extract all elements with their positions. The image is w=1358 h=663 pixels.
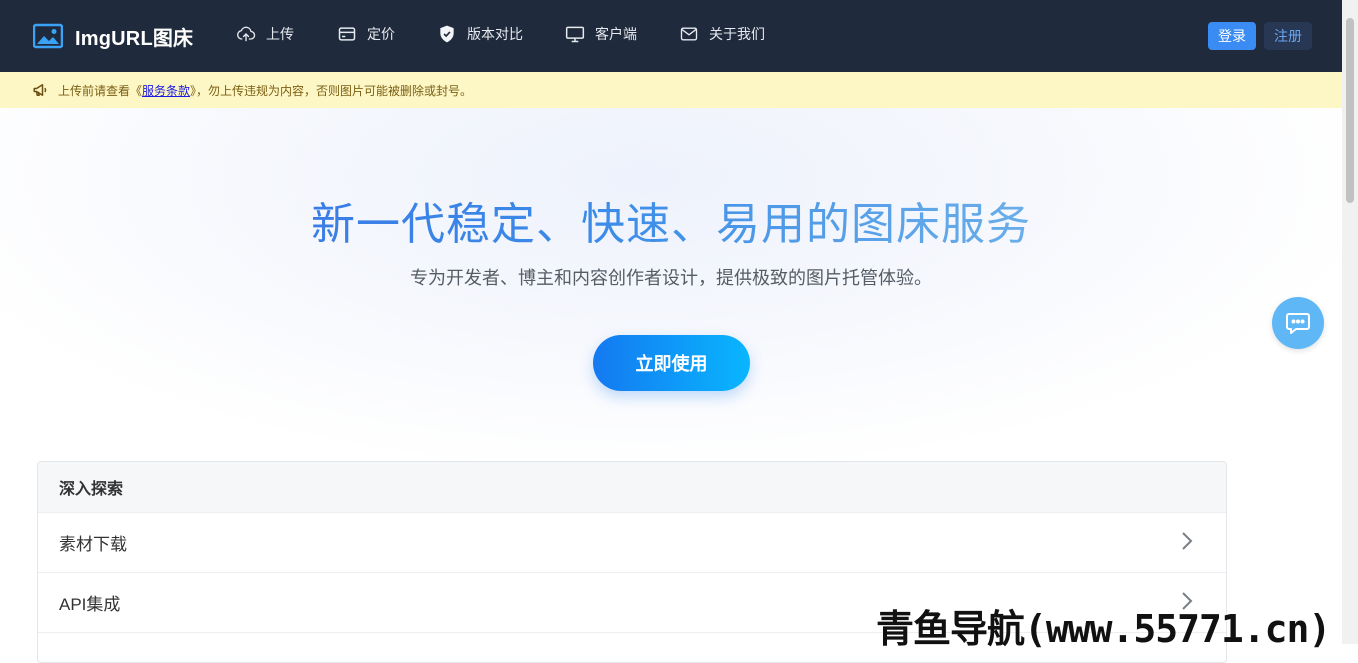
scroll-thumb[interactable] <box>1346 18 1354 203</box>
brand-logo[interactable]: ImgURL图床 <box>33 22 193 51</box>
hero-title: 新一代稳定、快速、易用的图床服务 <box>311 200 1031 249</box>
cloud-upload-icon <box>237 26 256 42</box>
vertical-scrollbar[interactable] <box>1342 0 1358 644</box>
mail-icon <box>680 27 698 41</box>
chat-button[interactable] <box>1272 297 1324 349</box>
explore-item-label: API集成 <box>59 595 121 614</box>
nav-compare[interactable]: 版本对比 <box>437 24 523 44</box>
nav-upload-label: 上传 <box>266 26 294 42</box>
explore-item-label: 素材下载 <box>59 535 127 554</box>
credit-card-icon <box>338 27 356 41</box>
nav-upload[interactable]: 上传 <box>236 24 294 44</box>
login-button[interactable]: 登录 <box>1208 22 1256 50</box>
brand-name: ImgURL图床 <box>75 28 194 50</box>
image-icon <box>33 23 63 48</box>
terms-link[interactable]: 服务条款 <box>142 82 190 99</box>
notice-text-before: 上传前请查看《 <box>58 83 143 98</box>
nav-client[interactable]: 客户端 <box>565 24 637 44</box>
nav-about[interactable]: 关于我们 <box>679 24 765 44</box>
chevron-right-icon <box>1182 532 1193 550</box>
hero-section: 新一代稳定、快速、易用的图床服务 专为开发者、博主和内容创作者设计，提供极致的图… <box>0 108 1342 458</box>
explore-title: 深入探索 <box>38 462 1226 512</box>
megaphone-icon <box>33 84 47 96</box>
nav-about-label: 关于我们 <box>709 26 765 42</box>
hero-subtitle: 专为开发者、博主和内容创作者设计，提供极致的图片托管体验。 <box>410 268 932 288</box>
shield-check-icon <box>440 25 454 43</box>
nav-pricing[interactable]: 定价 <box>337 24 395 44</box>
monitor-icon <box>565 26 585 43</box>
explore-item-assets[interactable]: 素材下载 <box>38 512 1226 572</box>
nav-compare-label: 版本对比 <box>467 26 523 42</box>
register-button[interactable]: 注册 <box>1264 22 1312 50</box>
start-now-button[interactable]: 立即使用 <box>593 335 750 391</box>
notice-bar: 上传前请查看《 服务条款 》，勿上传违规为内容，否则图片可能被删除或封号。 <box>0 72 1342 108</box>
notice-text-after: 》，勿上传违规为内容，否则图片可能被删除或封号。 <box>190 83 473 98</box>
top-navbar: ImgURL图床 上传 定价 版本对比 客户端 关于我们 登录 注册 <box>0 0 1342 72</box>
watermark-text: 青鱼导航(www.55771.cn) <box>876 607 1331 651</box>
nav-client-label: 客户端 <box>595 26 637 42</box>
chat-bubble-icon <box>1286 313 1310 334</box>
nav-pricing-label: 定价 <box>367 26 395 42</box>
